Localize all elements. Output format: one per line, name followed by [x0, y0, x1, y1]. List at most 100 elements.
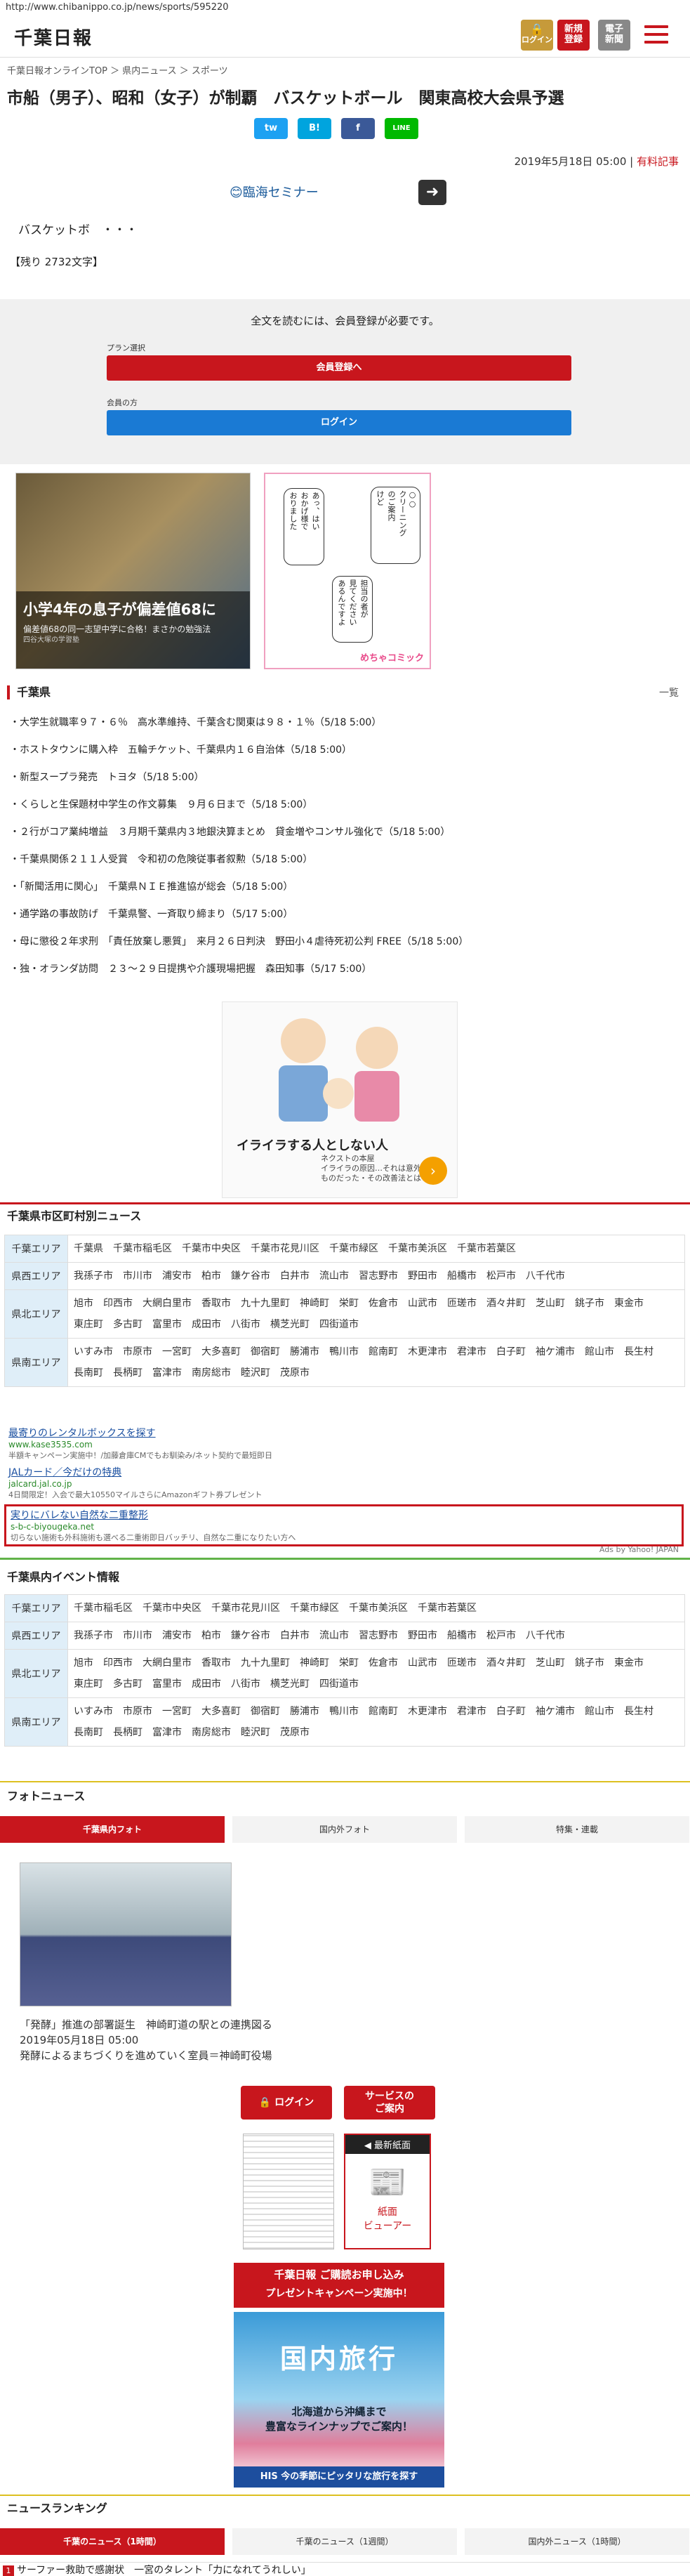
- city-link[interactable]: 我孫子市: [74, 1630, 113, 1641]
- city-link[interactable]: 芝山町: [536, 1298, 565, 1309]
- city-link[interactable]: 千葉市緑区: [329, 1243, 378, 1254]
- city-link[interactable]: 鴨川市: [329, 1706, 359, 1717]
- city-link[interactable]: 四街道市: [319, 1678, 359, 1690]
- city-link[interactable]: 横芝光町: [270, 1319, 310, 1330]
- city-link[interactable]: 浦安市: [162, 1630, 192, 1641]
- line-share-button[interactable]: LINE: [385, 118, 418, 139]
- twitter-share-button[interactable]: tw: [254, 118, 288, 139]
- city-link[interactable]: 八街市: [231, 1319, 260, 1330]
- city-link[interactable]: 成田市: [192, 1678, 221, 1690]
- city-link[interactable]: 市川市: [123, 1630, 152, 1641]
- city-link[interactable]: 館山市: [585, 1706, 614, 1717]
- tab-chiba-hour[interactable]: 千葉のニュース（1時間）: [0, 2528, 225, 2555]
- city-link[interactable]: 富里市: [152, 1319, 182, 1330]
- city-link[interactable]: 四街道市: [319, 1319, 359, 1330]
- city-link[interactable]: 富津市: [152, 1367, 182, 1379]
- city-link[interactable]: 千葉市緑区: [290, 1603, 339, 1614]
- city-link[interactable]: 大多喜町: [201, 1346, 241, 1358]
- city-link[interactable]: 香取市: [201, 1298, 231, 1309]
- city-link[interactable]: 千葉市花見川区: [211, 1603, 280, 1614]
- site-logo[interactable]: 千葉日報: [14, 24, 93, 50]
- photo-caption[interactable]: 「発酵」推進の部署誕生 神崎町道の駅との連携図る: [20, 2017, 272, 2032]
- ad-link[interactable]: 😊臨海セミナー: [230, 183, 319, 201]
- arrow-right-icon[interactable]: ➜: [418, 180, 446, 205]
- city-link[interactable]: 長生村: [624, 1346, 653, 1358]
- city-link[interactable]: 九十九里町: [241, 1298, 290, 1309]
- city-link[interactable]: 印西市: [103, 1298, 133, 1309]
- city-link[interactable]: 千葉市美浜区: [349, 1603, 408, 1614]
- city-link[interactable]: 佐倉市: [369, 1657, 398, 1669]
- city-link[interactable]: 多古町: [113, 1319, 142, 1330]
- city-link[interactable]: 我孫子市: [74, 1270, 113, 1282]
- city-link[interactable]: 一宮町: [162, 1346, 192, 1358]
- city-link[interactable]: 白井市: [280, 1270, 310, 1282]
- city-link[interactable]: 鎌ケ谷市: [231, 1630, 270, 1641]
- city-link[interactable]: 千葉市若葉区: [457, 1243, 516, 1254]
- news-list-item[interactable]: ・２行がコア業純増益 ３月期千葉県内３地銀決算まとめ 貸金増やコンサル強化で（5…: [10, 824, 450, 839]
- city-link[interactable]: 市川市: [123, 1270, 152, 1282]
- city-link[interactable]: 神崎町: [300, 1657, 329, 1669]
- news-list-item[interactable]: ・新型スープラ発売 トヨタ（5/18 5:00）: [10, 770, 204, 784]
- city-link[interactable]: 柏市: [201, 1630, 221, 1641]
- city-link[interactable]: 大網白里市: [142, 1657, 192, 1669]
- city-link[interactable]: 袖ケ浦市: [536, 1706, 575, 1717]
- city-link[interactable]: 九十九里町: [241, 1657, 290, 1669]
- text-ad[interactable]: 実りにバレない自然な二重整形 s-b-c-biyougeka.net 切らない施術も…: [4, 1504, 684, 1546]
- city-link[interactable]: 銚子市: [575, 1298, 604, 1309]
- city-link[interactable]: 東金市: [614, 1298, 644, 1309]
- city-link[interactable]: 八街市: [231, 1678, 260, 1690]
- news-list-item[interactable]: ・「新聞活用に関心」 千葉県ＮＩＥ推進協が総会（5/18 5:00）: [10, 879, 293, 893]
- ad-title[interactable]: 最寄りのレンタルボックスを探す: [8, 1428, 156, 1439]
- text-ad[interactable]: JALカード／今だけの特典 jalcard.jal.co.jp 4日間限定！入会で最…: [8, 1465, 262, 1500]
- city-link[interactable]: 船橋市: [447, 1630, 477, 1641]
- city-link[interactable]: 千葉市稲毛区: [113, 1243, 172, 1254]
- latest-paper-image[interactable]: [243, 2134, 334, 2249]
- city-link[interactable]: 千葉市美浜区: [388, 1243, 447, 1254]
- city-link[interactable]: 浦安市: [162, 1270, 192, 1282]
- news-list-item[interactable]: ・通学路の事故防げ 千葉県警、一斉取り締まり（5/17 5:00）: [10, 907, 293, 921]
- city-link[interactable]: いすみ市: [74, 1706, 113, 1717]
- city-link[interactable]: 酒々井町: [486, 1657, 526, 1669]
- news-list-item[interactable]: ・大学生就職率９７・６％ 高水準維持、千葉含む関東は９８・１％（5/18 5:0…: [10, 715, 381, 729]
- comic-ad[interactable]: あっ、はい おかげ様で おりました ○○ クリーニング のご案内 けど 担当の者…: [264, 473, 431, 669]
- display-ad[interactable]: イライラする人としない人 ネクストの本屋 イライラの原因…それは意外な ものだっ…: [222, 1001, 458, 1198]
- city-link[interactable]: 流山市: [319, 1270, 349, 1282]
- login-button[interactable]: 🔒 ログイン: [521, 20, 553, 51]
- city-link[interactable]: 多古町: [113, 1678, 142, 1690]
- city-link[interactable]: 勝浦市: [290, 1346, 319, 1358]
- news-list-item[interactable]: ・独・オランダ訪問 ２３〜２９日提携や介護現場把握 森田知事（5/17 5:00…: [10, 961, 371, 975]
- city-link[interactable]: 千葉市若葉区: [418, 1603, 477, 1614]
- city-link[interactable]: 館山市: [585, 1346, 614, 1358]
- city-link[interactable]: 君津市: [457, 1706, 486, 1717]
- tab-features[interactable]: 特集・連載: [465, 1816, 689, 1843]
- city-link[interactable]: 東金市: [614, 1657, 644, 1669]
- city-link[interactable]: 横芝光町: [270, 1678, 310, 1690]
- city-link[interactable]: 勝浦市: [290, 1706, 319, 1717]
- city-link[interactable]: 長柄町: [113, 1727, 142, 1738]
- city-link[interactable]: 千葉県: [74, 1243, 103, 1254]
- city-link[interactable]: 神崎町: [300, 1298, 329, 1309]
- register-button[interactable]: 新規 登録: [557, 20, 590, 51]
- city-link[interactable]: 旭市: [74, 1657, 93, 1669]
- city-link[interactable]: 栄町: [339, 1298, 359, 1309]
- city-link[interactable]: 習志野市: [359, 1630, 398, 1641]
- register-cta-button[interactable]: 会員登録へ: [107, 355, 571, 381]
- facebook-share-button[interactable]: f: [341, 118, 375, 139]
- city-link[interactable]: 館南町: [369, 1346, 398, 1358]
- city-link[interactable]: いすみ市: [74, 1346, 113, 1358]
- city-link[interactable]: 松戸市: [486, 1270, 516, 1282]
- city-link[interactable]: 野田市: [408, 1270, 437, 1282]
- city-link[interactable]: 睦沢町: [241, 1727, 270, 1738]
- paper-viewer-button[interactable]: ◀ 最新紙面 📰 紙面 ビューアー: [344, 2134, 431, 2249]
- city-link[interactable]: 一宮町: [162, 1706, 192, 1717]
- city-link[interactable]: 東庄町: [74, 1319, 103, 1330]
- news-list-item[interactable]: ・くらしと生保題材中学生の作文募集 ９月６日まで（5/18 5:00）: [10, 797, 312, 811]
- city-link[interactable]: 鎌ケ谷市: [231, 1270, 270, 1282]
- city-link[interactable]: 芝山町: [536, 1657, 565, 1669]
- city-link[interactable]: 山武市: [408, 1298, 437, 1309]
- tab-national-hour[interactable]: 国内外ニュース（1時間）: [465, 2528, 689, 2555]
- city-link[interactable]: 御宿町: [251, 1346, 280, 1358]
- login-cta-button[interactable]: ログイン: [107, 410, 571, 435]
- city-link[interactable]: 酒々井町: [486, 1298, 526, 1309]
- city-link[interactable]: 袖ケ浦市: [536, 1346, 575, 1358]
